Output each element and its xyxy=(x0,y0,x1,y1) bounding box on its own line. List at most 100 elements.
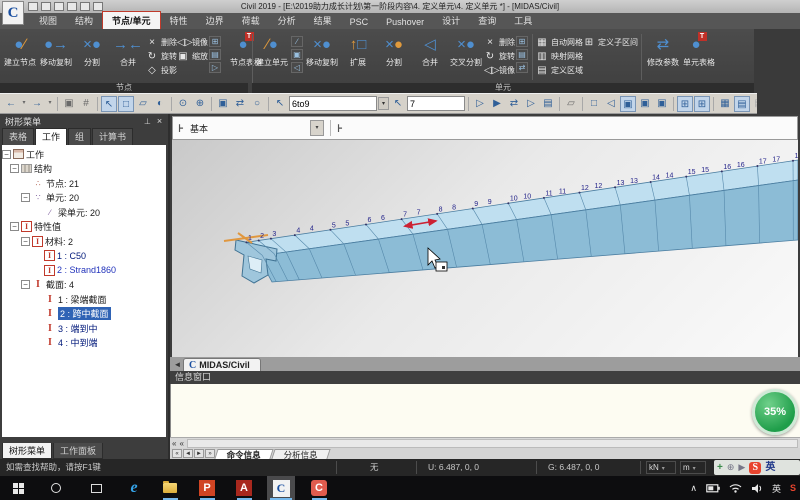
tab-group[interactable]: 组 xyxy=(68,128,91,145)
element-mini-f-icon[interactable]: ⇄ xyxy=(516,62,528,73)
model-viewport[interactable]: 1234455667788991010111112121313141415151… xyxy=(172,140,798,357)
tab-boundary[interactable]: 边界 xyxy=(197,12,233,29)
ime-mode-label[interactable]: 英 xyxy=(765,459,775,476)
powerpoint-button[interactable]: P xyxy=(193,476,221,500)
define-subdomain-button[interactable]: ⊞定义子区间 xyxy=(583,35,638,49)
select-recent-icon[interactable]: ○ xyxy=(249,96,265,112)
save-as-icon[interactable] xyxy=(54,2,64,11)
tree-item-root[interactable]: − 工作 xyxy=(2,147,166,162)
tray-sogou-icon[interactable]: S xyxy=(790,483,796,493)
ime-tool-2-icon[interactable]: ⊕ xyxy=(727,459,735,476)
battery-icon[interactable] xyxy=(706,483,720,493)
auto-mesh-button[interactable]: ▦自动网格 xyxy=(536,35,583,49)
tab-structure[interactable]: 结构 xyxy=(66,12,102,29)
tab-node-element[interactable]: 节点/单元 xyxy=(102,11,161,29)
tab-results[interactable]: 结果 xyxy=(305,12,341,29)
tree-item-structure[interactable]: − 结构 xyxy=(2,162,166,177)
sogou-logo-icon[interactable]: S xyxy=(749,462,761,474)
length-unit-select[interactable]: m▾ xyxy=(680,461,706,474)
monitor-1-icon[interactable]: ▣ xyxy=(637,96,653,112)
select-range-input[interactable] xyxy=(290,97,376,110)
node-mini-1-icon[interactable]: ⊞ xyxy=(209,36,221,47)
tree-item-section-4[interactable]: I 4 : 中到端 xyxy=(2,336,166,351)
save-icon[interactable] xyxy=(67,2,77,11)
section-view-icon[interactable]: ⊦ xyxy=(337,122,343,135)
scroll-left-icon[interactable]: « xyxy=(170,439,177,448)
doc-tab-midas-civil[interactable]: C MIDAS/Civil xyxy=(183,358,261,371)
element-delete-button[interactable]: ×删除 xyxy=(484,35,515,49)
node-number-combo[interactable] xyxy=(407,96,465,111)
select-intersect-icon[interactable]: ◐ xyxy=(152,96,168,112)
element-move-copy-button[interactable]: ×● 移动复制 xyxy=(304,31,340,68)
autocad-button[interactable]: A xyxy=(230,476,258,500)
info-hscrollbar[interactable]: « « xyxy=(170,437,800,448)
tab-works[interactable]: 工作 xyxy=(35,128,67,145)
node-mirror-button[interactable]: ◁▷镜像 xyxy=(177,35,208,49)
swap-select-icon[interactable]: ⇄ xyxy=(506,96,522,112)
c-app-button[interactable]: C xyxy=(305,476,333,500)
node-number-input[interactable] xyxy=(408,97,464,110)
define-domain-button[interactable]: ▤定义区域 xyxy=(536,63,583,77)
info-nav-last-icon[interactable]: » xyxy=(205,449,215,458)
start-button[interactable] xyxy=(4,476,32,500)
element-rotate-button[interactable]: ↻旋转 xyxy=(484,49,515,63)
info-nav-next-icon[interactable]: ► xyxy=(194,449,204,458)
node-mini-2-icon[interactable]: ▤ xyxy=(209,49,221,60)
element-intersect-button[interactable]: ×● 交叉分割 xyxy=(448,31,484,68)
undo-dropdown-icon[interactable]: ▾ xyxy=(20,96,28,112)
select-volume-icon[interactable]: ⊕ xyxy=(192,96,208,112)
scroll-left2-icon[interactable]: « xyxy=(177,439,184,448)
element-table-button[interactable]: ●T 单元表格 xyxy=(681,31,717,68)
select-single-icon[interactable]: ↖ xyxy=(101,96,117,112)
bottom-tab-tree-menu[interactable]: 树形菜单 xyxy=(2,443,52,459)
tab-view[interactable]: 视图 xyxy=(30,12,66,29)
flag-select-icon[interactable]: ▷ xyxy=(523,96,539,112)
tab-query[interactable]: 查询 xyxy=(469,12,505,29)
select-window-icon[interactable]: □ xyxy=(118,96,134,112)
speaker-icon[interactable] xyxy=(751,483,763,494)
info-nav-prev-icon[interactable]: ◄ xyxy=(183,449,193,458)
frame-view-icon[interactable]: □ xyxy=(586,96,602,112)
tab-design[interactable]: 设计 xyxy=(433,12,469,29)
tree-item-nodes[interactable]: ∴ 节点: 21 xyxy=(2,176,166,191)
element-mirror-button[interactable]: ◁▷镜像 xyxy=(484,63,515,77)
tree-item-section-1[interactable]: I 1 : 梁端截面 xyxy=(2,292,166,307)
active-window-icon[interactable]: ▣ xyxy=(620,96,636,112)
pick-node-icon[interactable]: ↖ xyxy=(390,96,406,112)
poly-view-icon[interactable]: ▱ xyxy=(563,96,579,112)
node-mini-3-icon[interactable]: ▷ xyxy=(209,62,221,73)
tab-analysis-info[interactable]: 分析信息 xyxy=(271,449,330,459)
modify-parameters-button[interactable]: ⇄ 修改参数 xyxy=(645,31,681,68)
node-divide-button[interactable]: ×● 分割 xyxy=(74,31,110,68)
close-icon[interactable]: × xyxy=(154,116,165,127)
wifi-icon[interactable] xyxy=(729,483,742,493)
display-option-icon[interactable]: ▦ xyxy=(717,96,733,112)
redo-dropdown-icon[interactable]: ▾ xyxy=(46,96,54,112)
print-icon[interactable] xyxy=(80,2,90,11)
tree-item-section[interactable]: − I 截面: 4 xyxy=(2,278,166,293)
element-mini-c-icon[interactable]: ◁ xyxy=(291,62,303,73)
open-file-icon[interactable] xyxy=(41,2,51,11)
new-file-icon[interactable] xyxy=(28,2,38,11)
select-polygon-icon[interactable]: ▱ xyxy=(135,96,151,112)
tree-item-beam-elements[interactable]: ∕ 梁单元: 20 xyxy=(2,205,166,220)
element-mini-a-icon[interactable]: ∕ xyxy=(291,36,303,47)
tree-item-material-2[interactable]: I 2 : Strand1860 xyxy=(2,263,166,278)
tree-item-properties[interactable]: − I 特性值 xyxy=(2,220,166,235)
element-divide-button[interactable]: ×● 分割 xyxy=(376,31,412,68)
girder-beam[interactable] xyxy=(235,160,798,283)
tab-report[interactable]: 计算书 xyxy=(92,128,133,145)
node-delete-button[interactable]: ×删除 xyxy=(146,35,177,49)
ime-tool-3-icon[interactable]: ▶ xyxy=(738,459,745,476)
select-range-dropdown-icon[interactable]: ▾ xyxy=(378,97,389,110)
node-number-toggle-icon[interactable]: ⊞ xyxy=(677,96,693,112)
tab-tables[interactable]: 表格 xyxy=(2,128,34,145)
tray-ime-label[interactable]: 英 xyxy=(772,482,781,495)
cortana-search-button[interactable] xyxy=(42,476,70,500)
select-plane-icon[interactable]: ⊙ xyxy=(175,96,191,112)
node-move-copy-button[interactable]: ●→ 移动复制 xyxy=(38,31,74,68)
tray-expand-icon[interactable]: ∧ xyxy=(690,483,697,494)
view-dropdown-icon[interactable]: ▾ xyxy=(310,120,324,136)
filter-2-icon[interactable]: ▶ xyxy=(489,96,505,112)
file-explorer-button[interactable] xyxy=(156,476,184,500)
